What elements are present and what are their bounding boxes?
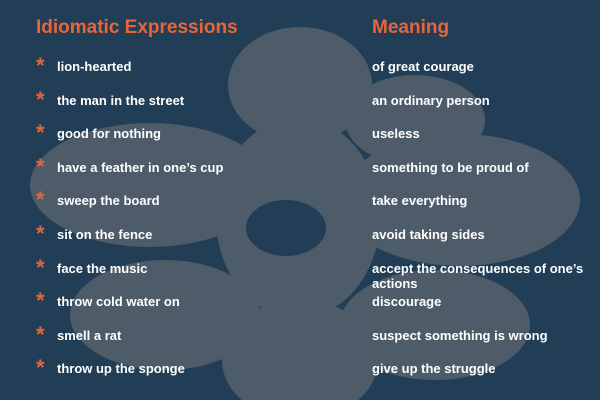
asterisk-bullet-icon: * — [36, 86, 45, 112]
idiom-row: * face the music accept the consequences o… — [0, 254, 600, 291]
meaning-text: accept the consequences of one’s actions — [372, 260, 584, 291]
idiom-text: lion-hearted — [57, 59, 132, 74]
idiom-row: * the man in the street an ordinary person — [0, 86, 600, 123]
idiom-text: good for nothing — [57, 126, 161, 142]
idiom-text: have a feather in one’s cup — [57, 159, 224, 175]
asterisk-bullet-icon: * — [36, 187, 45, 213]
asterisk-bullet-icon: * — [36, 153, 45, 179]
idiom-row: * sweep the board take everything — [0, 189, 600, 223]
meaning-text: avoid taking sides — [372, 226, 485, 242]
idioms-column-header: Idiomatic Expressions — [36, 17, 238, 38]
idiom-text: smell a rat — [57, 327, 122, 343]
asterisk-bullet-icon: * — [36, 288, 45, 314]
idiom-row: * sit on the fence avoid taking sides — [0, 220, 600, 257]
idiom-row: * throw up the sponge give up the struggle — [0, 357, 600, 391]
idioms-slide: Idiomatic Expressions Meaning * lion-hear… — [0, 0, 600, 400]
meaning-text: suspect something is wrong — [372, 327, 548, 343]
idiom-text: the man in the street — [57, 92, 185, 108]
idioms-list: * lion-hearted of great courage * the man in… — [0, 55, 600, 391]
idiom-text: sweep the board — [57, 193, 160, 209]
meaning-text: something to be proud of — [372, 159, 529, 175]
meaning-column-header: Meaning — [372, 17, 450, 38]
idiom-row: * have a feather in one’s cup something to… — [0, 153, 600, 190]
idiom-text: face the music — [57, 260, 148, 276]
asterisk-bullet-icon: * — [36, 355, 45, 381]
idiom-row: * throw cold water on discourage — [0, 290, 600, 324]
asterisk-bullet-icon: * — [36, 120, 45, 146]
asterisk-bullet-icon: * — [36, 321, 45, 347]
idiom-text: sit on the fence — [57, 226, 153, 242]
meaning-text: take everything — [372, 193, 468, 209]
asterisk-bullet-icon: * — [36, 53, 45, 78]
idiom-row: * good for nothing useless — [0, 122, 600, 156]
meaning-text: useless — [372, 126, 420, 142]
asterisk-bullet-icon: * — [36, 220, 45, 246]
meaning-text: of great courage — [372, 59, 474, 74]
idiom-row: * smell a rat suspect something is wrong — [0, 321, 600, 358]
idiom-text: throw up the sponge — [57, 361, 185, 377]
meaning-text: give up the struggle — [372, 361, 496, 377]
meaning-text: an ordinary person — [372, 92, 490, 108]
asterisk-bullet-icon: * — [36, 254, 45, 280]
meaning-text: discourage — [372, 294, 442, 310]
idiom-row: * lion-hearted of great courage — [0, 55, 600, 89]
idiom-text: throw cold water on — [57, 294, 180, 310]
